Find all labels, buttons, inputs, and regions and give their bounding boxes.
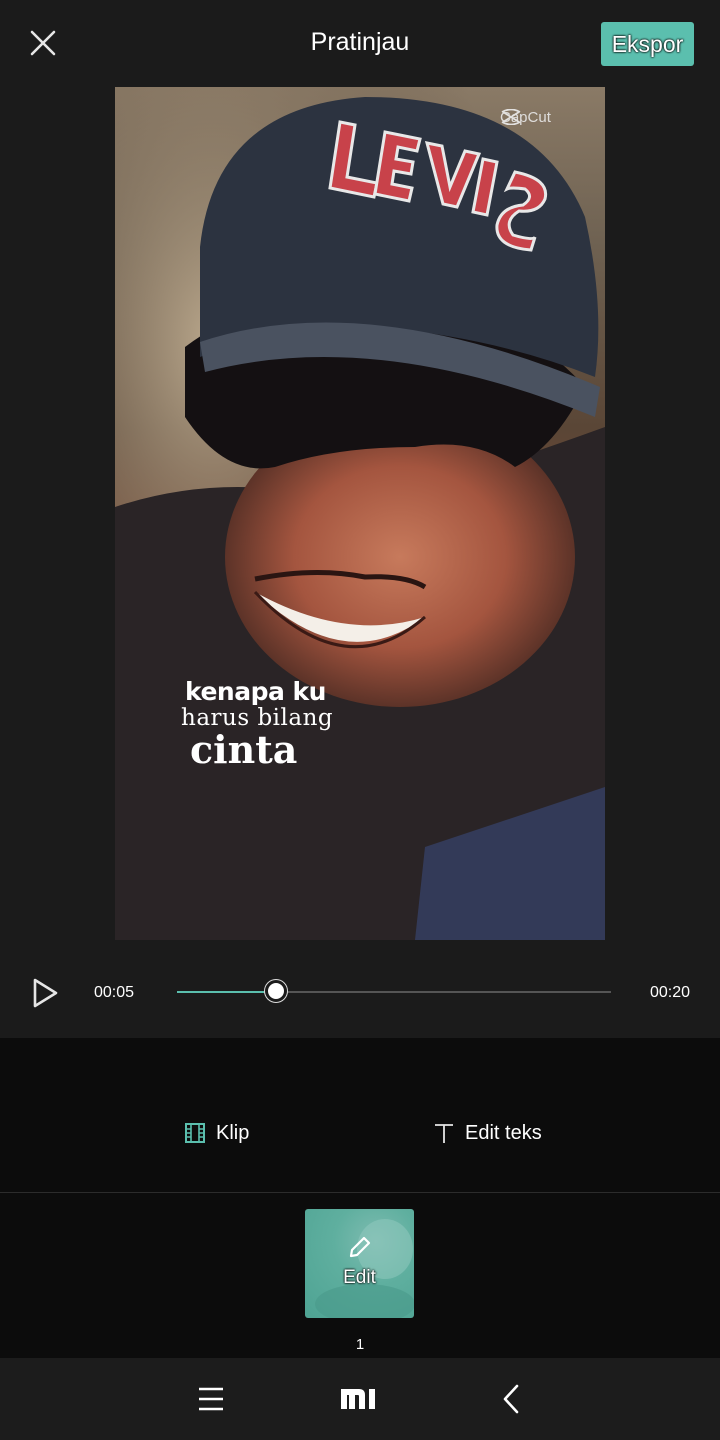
clip-thumbnail[interactable]: Edit: [305, 1209, 414, 1318]
capcut-logo-icon: [501, 109, 521, 125]
nav-back-button[interactable]: [489, 1378, 533, 1420]
close-icon: [30, 30, 56, 56]
capcut-watermark: CapCut: [500, 109, 551, 126]
text-icon: [435, 1124, 453, 1143]
nav-home-button[interactable]: [337, 1378, 381, 1420]
tab-edit-text-label: Edit teks: [465, 1121, 542, 1144]
caption-line-3: cinta: [190, 727, 298, 772]
seek-bar[interactable]: [177, 991, 611, 993]
close-button[interactable]: [22, 22, 64, 64]
total-time: 00:20: [650, 984, 691, 1001]
clip-number: 1: [355, 1336, 365, 1353]
play-icon: [33, 978, 58, 1008]
video-preview[interactable]: CapCut kenapa ku harus bilang cinta: [115, 87, 605, 940]
tab-clip[interactable]: Klip: [184, 1118, 249, 1148]
tab-clip-label: Klip: [216, 1121, 250, 1144]
export-button[interactable]: Ekspor: [601, 22, 694, 66]
current-time: 00:05: [94, 984, 135, 1001]
seek-handle[interactable]: [264, 980, 287, 1002]
tab-edit-text[interactable]: Edit teks: [433, 1118, 542, 1148]
nav-menu-button[interactable]: [189, 1378, 233, 1420]
film-strip-icon: [185, 1123, 205, 1143]
menu-icon: [199, 1387, 223, 1411]
play-button[interactable]: [28, 975, 62, 1011]
back-icon: [503, 1384, 519, 1414]
seek-bar-progress: [177, 991, 276, 993]
divider: [0, 1192, 720, 1193]
mi-home-icon: [341, 1389, 375, 1409]
caption-line-1: kenapa ku: [185, 677, 326, 706]
video-frame-image: [115, 87, 605, 940]
clip-edit-label: Edit: [343, 1267, 376, 1288]
clip-thumbnail-image: [315, 1219, 414, 1318]
pencil-icon: [349, 1236, 371, 1258]
